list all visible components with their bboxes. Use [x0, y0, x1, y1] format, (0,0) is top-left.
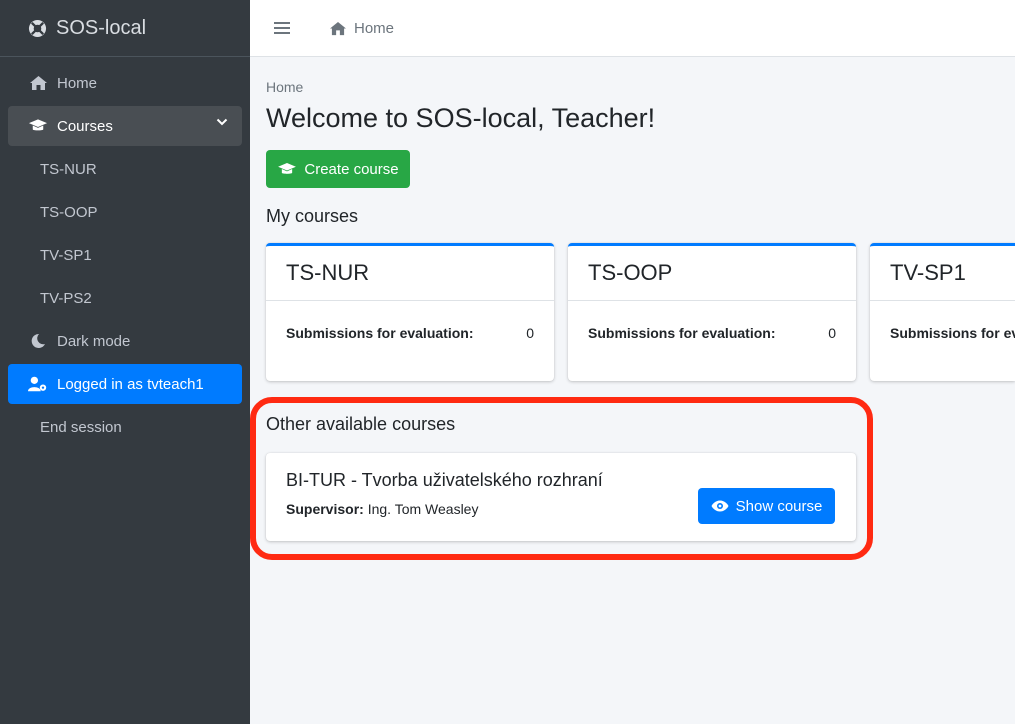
- sidebar-item-ts-oop[interactable]: TS-OOP: [8, 192, 242, 232]
- create-course-label: Create course: [304, 160, 399, 178]
- submissions-count: 0: [526, 325, 534, 341]
- chevron-down-icon: [216, 118, 228, 126]
- sidebar-item-label: Dark mode: [57, 332, 131, 350]
- submissions-label: Submissions for evaluation:: [890, 325, 1015, 341]
- brand-name: SOS-local: [56, 16, 147, 39]
- moon-icon: [28, 332, 48, 350]
- sidebar-item-label: Courses: [57, 117, 113, 135]
- submissions-count: 0: [828, 325, 836, 341]
- sidebar-nav: Home Courses TS-NUR TS-OOP TV-SP1 TV-PS2…: [0, 57, 250, 447]
- breadcrumb: Home: [266, 79, 304, 95]
- course-card-title: TS-OOP: [568, 246, 856, 301]
- user-cog-icon: [28, 375, 48, 393]
- submissions-label: Submissions for evaluation:: [286, 325, 474, 341]
- sidebar-item-logged-in[interactable]: Logged in as tvteach1: [8, 364, 242, 404]
- sidebar-item-tv-ps2[interactable]: TV-PS2: [8, 278, 242, 318]
- menu-icon[interactable]: [274, 21, 290, 35]
- highlight-outline: [250, 397, 873, 560]
- home-icon: [28, 74, 48, 92]
- sidebar-item-tv-sp1[interactable]: TV-SP1: [8, 235, 242, 275]
- course-card-ts-nur[interactable]: TS-NUR Submissions for evaluation: 0: [266, 243, 554, 381]
- topbar: Home: [250, 0, 1015, 57]
- create-course-button[interactable]: Create course: [266, 150, 410, 188]
- course-card-title: TS-NUR: [266, 246, 554, 301]
- sidebar-item-label: Home: [57, 74, 98, 92]
- brand-link[interactable]: SOS-local: [0, 0, 250, 57]
- topbar-home-link[interactable]: Home: [329, 20, 394, 37]
- sidebar-item-ts-nur[interactable]: TS-NUR: [8, 149, 242, 189]
- topbar-home-label: Home: [354, 19, 395, 37]
- graduation-cap-icon: [278, 162, 297, 174]
- course-card-tv-sp1[interactable]: TV-SP1 Submissions for evaluation:: [870, 243, 1015, 381]
- my-courses-heading: My courses: [266, 206, 359, 226]
- life-ring-icon: [28, 19, 47, 37]
- page-title: Welcome to SOS-local, Teacher!: [266, 103, 656, 133]
- sidebar-item-courses[interactable]: Courses: [8, 106, 242, 146]
- sidebar-item-home[interactable]: Home: [8, 63, 242, 103]
- sidebar-item-label: Logged in as tvteach1: [57, 375, 204, 393]
- sidebar-item-dark-mode[interactable]: Dark mode: [8, 321, 242, 361]
- course-card-title: TV-SP1: [870, 246, 1015, 301]
- course-card-ts-oop[interactable]: TS-OOP Submissions for evaluation: 0: [568, 243, 856, 381]
- sidebar-item-end-session[interactable]: End session: [8, 407, 242, 447]
- home-icon: [330, 21, 346, 35]
- graduation-cap-icon: [28, 117, 48, 135]
- submissions-label: Submissions for evaluation:: [588, 325, 776, 341]
- sidebar: SOS-local Home Courses TS-NUR TS-OOP TV-…: [0, 0, 250, 724]
